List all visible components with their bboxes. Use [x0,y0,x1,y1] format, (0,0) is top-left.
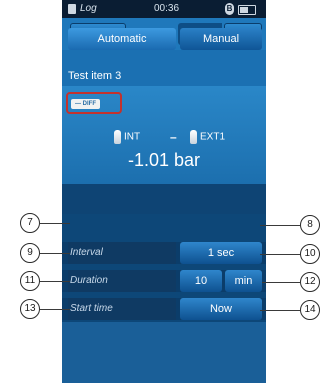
callout-leader [40,223,70,224]
measurement-area: — DIFF INT – EXT1 -1.01 bar [62,86,266,184]
automatic-button[interactable]: Automatic [68,28,176,50]
start-time-row: Start time Now [62,298,266,320]
callout-7: 7 [20,213,40,233]
diff-mode-highlight[interactable]: — DIFF [66,92,122,114]
empty-panel-area [62,322,266,383]
app-title: Log [80,3,97,14]
pressure-reading: -1.01 bar [127,150,201,170]
mode-tab-row [62,184,266,214]
duration-row: Duration 10 min [62,270,266,292]
start-time-value-button[interactable]: Now [180,298,262,320]
duration-unit-button[interactable]: min [225,270,262,292]
callout-leader [260,310,300,311]
sensor-ext: EXT1 [190,130,225,144]
callout-leader [40,281,70,282]
pressure-sensor-icon [114,130,121,144]
manual-button[interactable]: Manual [180,28,262,50]
interval-value-button[interactable]: 1 sec [180,242,262,264]
diff-mode-badge: — DIFF [71,99,100,109]
pressure-sensor-icon [190,130,197,144]
duration-value-button[interactable]: 10 [180,270,222,292]
callout-leader [260,254,300,255]
sensor-separator: – [170,130,177,144]
callout-leader [40,309,70,310]
sensor-ext-label: EXT1 [200,131,226,143]
item-header: Test item 3 [62,50,266,86]
start-time-label: Start time [68,298,176,320]
callout-leader [260,225,300,226]
callout-leader [262,282,300,283]
interval-row: Interval 1 sec [62,242,266,264]
status-bar: Log 00:36 B [62,0,266,18]
callout-12: 12 [300,272,320,292]
callout-10: 10 [300,244,320,264]
battery-icon [238,5,256,15]
callout-13: 13 [20,299,40,319]
sensor-int: INT [114,130,140,144]
clock: 00:36 [154,3,180,14]
callout-leader [40,253,70,254]
callout-11: 11 [20,271,40,291]
interval-label: Interval [68,242,176,264]
callout-8: 8 [300,215,320,235]
sensor-int-label: INT [124,131,141,143]
bluetooth-icon: B [225,3,234,15]
log-file-icon [68,4,76,14]
item-title: Test item 3 [68,70,122,82]
device-screen: Log 00:36 B ◄ Start ► Test item 3 — DIFF… [62,0,266,383]
duration-label: Duration [68,270,176,292]
callout-14: 14 [300,300,320,320]
callout-9: 9 [20,243,40,263]
